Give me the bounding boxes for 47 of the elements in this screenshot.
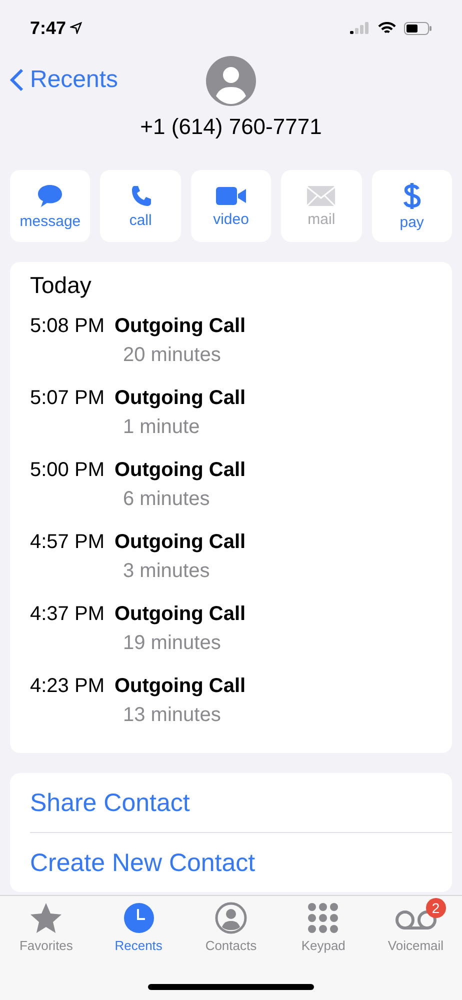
keypad-icon [307, 902, 340, 934]
call-time: 5:07 PM [30, 387, 104, 410]
call-duration: 19 minutes [123, 632, 222, 655]
contact-link[interactable]: Share Contact [30, 773, 452, 832]
avatar-icon [206, 56, 256, 106]
wifi-icon [378, 22, 396, 34]
video-camera-icon [215, 184, 248, 206]
tab-item[interactable]: Contacts [188, 902, 273, 953]
location-arrow-icon [70, 22, 82, 34]
call-type: Outgoing Call [114, 531, 246, 554]
status-time: 7:47 [30, 18, 66, 38]
star-icon [29, 902, 64, 934]
call-type: Outgoing Call [114, 675, 246, 698]
call-time: 4:57 PM [30, 531, 104, 554]
envelope-icon [306, 184, 336, 206]
person-circle-icon [214, 902, 247, 934]
call-duration: 1 minute [123, 416, 201, 439]
call-time: 5:08 PM [30, 315, 104, 338]
signal-icon [350, 22, 370, 34]
back-link[interactable]: Recents [10, 66, 118, 94]
action-button[interactable]: pay [372, 170, 452, 242]
action-button[interactable]: call [100, 170, 181, 242]
tab-item[interactable]: Keypad [281, 902, 366, 953]
call-type: Outgoing Call [114, 315, 246, 338]
contact-link[interactable]: Create New Contact [30, 832, 452, 892]
call-type: Outgoing Call [114, 387, 246, 410]
tab-item[interactable]: Favorites [4, 902, 88, 953]
action-button[interactable]: video [190, 170, 272, 242]
dollar-icon [402, 182, 421, 210]
section-title: Today [30, 272, 92, 299]
clock-icon [122, 902, 155, 934]
call-time: 4:37 PM [30, 603, 104, 626]
call-duration: 6 minutes [123, 488, 211, 511]
badge: 2 [426, 898, 446, 918]
battery-icon [404, 22, 432, 34]
action-button[interactable]: message [10, 170, 90, 242]
call-duration: 3 minutes [123, 560, 211, 583]
call-time: 5:00 PM [30, 459, 104, 482]
call-duration: 20 minutes [123, 344, 222, 367]
call-time: 4:23 PM [30, 675, 104, 698]
speech-bubble-icon [36, 182, 64, 208]
tab-item[interactable]: Recents [96, 902, 181, 953]
chevron-left-icon [10, 68, 24, 92]
call-duration: 13 minutes [123, 704, 222, 727]
call-type: Outgoing Call [114, 603, 246, 626]
call-type: Outgoing Call [114, 459, 246, 482]
phone-number: +1 (614) 760-7771 [140, 114, 322, 140]
